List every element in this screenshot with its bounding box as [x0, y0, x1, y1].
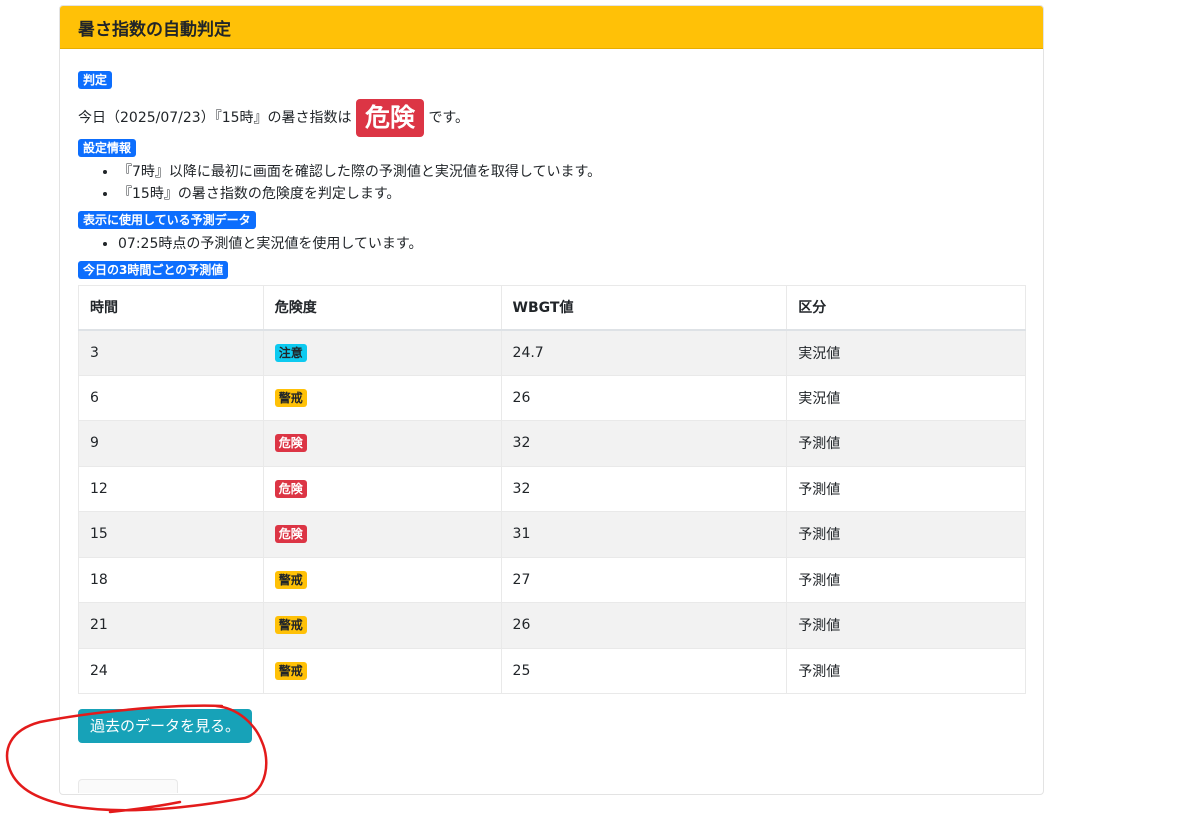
column-header-wbgt: WBGT値	[500, 285, 788, 331]
cell-wbgt: 27	[500, 556, 788, 603]
cell-kind: 実況値	[786, 329, 1026, 376]
heat-index-card: 暑さ指数の自動判定 判定 今日（2025/07/23）『15時』の暑さ指数は 危…	[59, 5, 1044, 795]
table-row: 15 危険 31 予測値	[78, 511, 1026, 558]
cell-kind: 予測値	[786, 465, 1026, 512]
forecast-data-list: 07:25時点の予測値と実況値を使用しています。	[78, 233, 1025, 255]
cell-time: 6	[78, 374, 264, 421]
cell-wbgt: 25	[500, 647, 788, 694]
cell-level: 警戒	[262, 602, 502, 649]
table-row: 3 注意 24.7 実況値	[78, 329, 1026, 376]
cell-kind: 予測値	[786, 511, 1026, 558]
cell-time: 9	[78, 420, 264, 467]
cell-kind: 実況値	[786, 374, 1026, 421]
judgement-level-badge: 危険	[355, 99, 424, 137]
level-badge: 警戒	[274, 616, 307, 635]
secondary-button-partial[interactable]	[78, 779, 178, 793]
column-header-time: 時間	[78, 285, 264, 331]
table-row: 21 警戒 26 予測値	[78, 602, 1026, 649]
cell-level: 危険	[262, 465, 502, 512]
list-item: 『7時』以降に最初に画面を確認した際の予測値と実況値を取得しています。	[118, 161, 1025, 183]
cell-level: 危険	[262, 420, 502, 467]
table-header-row: 時間 危険度 WBGT値 区分	[78, 285, 1026, 331]
card-title: 暑さ指数の自動判定	[78, 19, 231, 40]
cell-wbgt: 26	[500, 374, 788, 421]
cell-time: 15	[78, 511, 264, 558]
cell-level: 警戒	[262, 556, 502, 603]
level-badge: 注意	[274, 343, 307, 362]
forecast-data-label: 表示に使用している予測データ	[78, 211, 256, 229]
cell-time: 24	[78, 647, 264, 694]
cell-level: 警戒	[262, 374, 502, 421]
table-row: 9 危険 32 予測値	[78, 420, 1026, 467]
judgement-label: 判定	[78, 71, 113, 89]
cell-time: 18	[78, 556, 264, 603]
level-badge: 警戒	[274, 388, 307, 407]
table-row: 24 警戒 25 予測値	[78, 647, 1026, 694]
view-past-data-button[interactable]: 過去のデータを見る。	[78, 709, 253, 743]
cell-time: 3	[78, 329, 264, 376]
cell-wbgt: 24.7	[500, 329, 788, 376]
cell-wbgt: 26	[500, 602, 788, 649]
cell-wbgt: 31	[500, 511, 788, 558]
cell-kind: 予測値	[786, 647, 1026, 694]
level-badge: 危険	[274, 479, 307, 498]
table-label: 今日の3時間ごとの予測値	[78, 261, 229, 279]
judgement-sentence: 今日（2025/07/23）『15時』の暑さ指数は 危険 です。	[78, 99, 1025, 137]
card-header: 暑さ指数の自動判定	[60, 6, 1043, 49]
judgement-suffix: です。	[428, 110, 470, 126]
cell-level: 注意	[262, 329, 502, 376]
cell-time: 12	[78, 465, 264, 512]
cell-kind: 予測値	[786, 602, 1026, 649]
list-item: 07:25時点の予測値と実況値を使用しています。	[118, 233, 1025, 255]
table-row: 6 警戒 26 実況値	[78, 374, 1026, 421]
cell-time: 21	[78, 602, 264, 649]
cell-level: 危険	[262, 511, 502, 558]
level-badge: 警戒	[274, 661, 307, 680]
settings-label: 設定情報	[78, 139, 137, 157]
level-badge: 危険	[274, 525, 307, 544]
cell-level: 警戒	[262, 647, 502, 694]
column-header-kind: 区分	[786, 285, 1026, 331]
judgement-prefix: 今日（2025/07/23）『15時』の暑さ指数は	[78, 110, 352, 126]
cell-kind: 予測値	[786, 556, 1026, 603]
table-row: 18 警戒 27 予測値	[78, 556, 1026, 603]
forecast-table: 時間 危険度 WBGT値 区分 3 注意 24.7 実況値 6 警戒 26 実況値 9 危険 32 予…	[78, 285, 1026, 694]
level-badge: 警戒	[274, 570, 307, 589]
column-header-level: 危険度	[262, 285, 502, 331]
cell-wbgt: 32	[500, 465, 788, 512]
level-badge: 危険	[274, 434, 307, 453]
table-row: 12 危険 32 予測値	[78, 465, 1026, 512]
list-item: 『15時』の暑さ指数の危険度を判定します。	[118, 183, 1025, 205]
cell-wbgt: 32	[500, 420, 788, 467]
cell-kind: 予測値	[786, 420, 1026, 467]
card-body: 判定 今日（2025/07/23）『15時』の暑さ指数は 危険 です。 設定情報…	[60, 49, 1043, 743]
settings-list: 『7時』以降に最初に画面を確認した際の予測値と実況値を取得しています。 『15時…	[78, 161, 1025, 205]
